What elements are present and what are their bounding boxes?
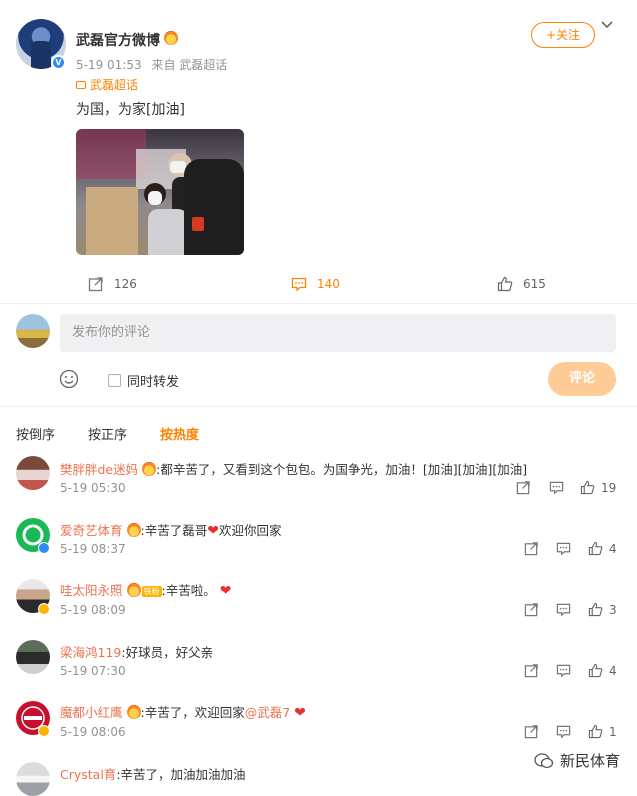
- comment-forward-icon[interactable]: [524, 663, 539, 678]
- comment-time: 5-19 08:37: [60, 542, 126, 556]
- crown-icon: [126, 523, 141, 537]
- comment-reply-icon[interactable]: [556, 663, 571, 678]
- commenter-avatar[interactable]: [16, 456, 50, 490]
- also-forward-toggle[interactable]: 同时转发: [108, 371, 179, 390]
- thumbs-up-icon: [588, 724, 603, 739]
- forward-button[interactable]: 126: [88, 276, 137, 292]
- commenter-name[interactable]: 樊胖胖de迷妈: [60, 462, 138, 477]
- comment-reply-icon[interactable]: [556, 602, 571, 617]
- comment-like-button[interactable]: 3: [588, 602, 617, 617]
- comment-time: 5-19 08:06: [60, 725, 126, 739]
- comment-forward-icon[interactable]: [524, 541, 539, 556]
- supertopic-icon: [76, 81, 86, 89]
- topic-link[interactable]: 武磊超话: [76, 76, 138, 93]
- crown-icon: [142, 462, 157, 476]
- crown-icon: [126, 705, 141, 719]
- commenter-name[interactable]: Crystal育: [60, 767, 116, 782]
- commenter-name[interactable]: 爱奇艺体育: [60, 523, 123, 538]
- crown-icon: [164, 31, 178, 45]
- comment-reply-icon[interactable]: [556, 724, 571, 739]
- comment-icon: [291, 277, 307, 292]
- commenter-avatar[interactable]: [16, 640, 50, 674]
- comment-button[interactable]: 140: [291, 276, 340, 292]
- watermark: 新民体育: [530, 748, 625, 773]
- author-name[interactable]: 武磊官方微博: [76, 30, 160, 50]
- my-avatar: [16, 314, 50, 348]
- comment-reply-icon[interactable]: [556, 541, 571, 556]
- comment-input[interactable]: 发布你的评论: [60, 314, 616, 352]
- comment-like-button[interactable]: 1: [588, 724, 617, 739]
- sort-asc-tab[interactable]: 按正序: [88, 424, 127, 443]
- sort-desc-tab[interactable]: 按倒序: [16, 424, 55, 443]
- commenter-avatar[interactable]: [16, 762, 50, 796]
- weibo-post: V 武磊官方微博 5-19 01:53 来自 武磊超话 武磊超话 为国，为家[加…: [0, 0, 637, 304]
- heart-icon: ❤: [219, 583, 232, 599]
- comment-text: :辛苦了磊哥: [140, 523, 208, 538]
- comment-time: 5-19 07:30: [60, 664, 126, 678]
- comment-like-button[interactable]: 4: [588, 663, 617, 678]
- comment-like-button[interactable]: 4: [588, 541, 617, 556]
- post-source[interactable]: 来自 武磊超话: [151, 58, 227, 72]
- divider: [0, 406, 637, 407]
- comment-text-tail: 欢迎你回家: [218, 523, 282, 538]
- verified-badge-icon: [38, 603, 50, 615]
- thumbs-up-icon: [580, 480, 595, 495]
- heart-icon: ❤: [294, 705, 306, 721]
- follow-button[interactable]: +关注: [531, 22, 595, 48]
- verified-badge-icon: V: [51, 55, 66, 70]
- post-meta: 5-19 01:53 来自 武磊超话: [76, 56, 233, 73]
- comment-text: :都辛苦了，又看到这个包包。为国争光，加油！[加油][加油][加油]: [156, 462, 528, 477]
- chevron-down-icon[interactable]: [600, 18, 614, 34]
- wechat-icon: [534, 752, 554, 768]
- heart-icon: ❤: [207, 523, 219, 539]
- verified-badge-icon: [38, 725, 50, 737]
- post-photo[interactable]: [76, 129, 244, 255]
- comment-forward-icon[interactable]: [524, 724, 539, 739]
- post-content: 为国，为家[加油]: [76, 102, 185, 118]
- sort-hot-tab[interactable]: 按热度: [160, 424, 199, 443]
- crown-icon: [126, 583, 141, 597]
- comment-forward-icon[interactable]: [516, 480, 531, 495]
- commenter-name[interactable]: 魔都小红鹰: [60, 705, 123, 720]
- comment-like-button[interactable]: 19: [580, 480, 616, 495]
- verified-badge-icon: [38, 542, 50, 554]
- thumbs-up-icon: [588, 602, 603, 617]
- commenter-name[interactable]: 梁海鸿119: [60, 645, 121, 660]
- comment-text: :辛苦啦。: [161, 583, 216, 598]
- comment-time: 5-19 05:30: [60, 481, 126, 495]
- emoji-icon[interactable]: [59, 369, 79, 393]
- commenter-name[interactable]: 哇太阳永照: [60, 583, 123, 598]
- comment-text: :好球员，好父亲: [121, 645, 214, 660]
- also-forward-checkbox[interactable]: [108, 374, 121, 387]
- thumbs-up-icon: [497, 276, 513, 292]
- comment-text: :辛苦了，欢迎回家: [140, 705, 245, 720]
- forward-icon: [88, 277, 103, 292]
- comment-forward-icon[interactable]: [524, 602, 539, 617]
- thumbs-up-icon: [588, 663, 603, 678]
- comment-time: 5-19 08:09: [60, 603, 126, 617]
- mention-link[interactable]: @武磊7: [245, 705, 290, 720]
- comment-reply-icon[interactable]: [549, 480, 564, 495]
- also-forward-label: 同时转发: [127, 375, 180, 390]
- post-time[interactable]: 5-19 01:53: [76, 58, 142, 72]
- like-button[interactable]: 615: [497, 276, 546, 292]
- submit-comment-button[interactable]: 评论: [548, 362, 616, 396]
- comment-text: :辛苦了，加油加油加油: [116, 767, 246, 782]
- fan-badge: 铁粉: [141, 586, 162, 597]
- thumbs-up-icon: [588, 541, 603, 556]
